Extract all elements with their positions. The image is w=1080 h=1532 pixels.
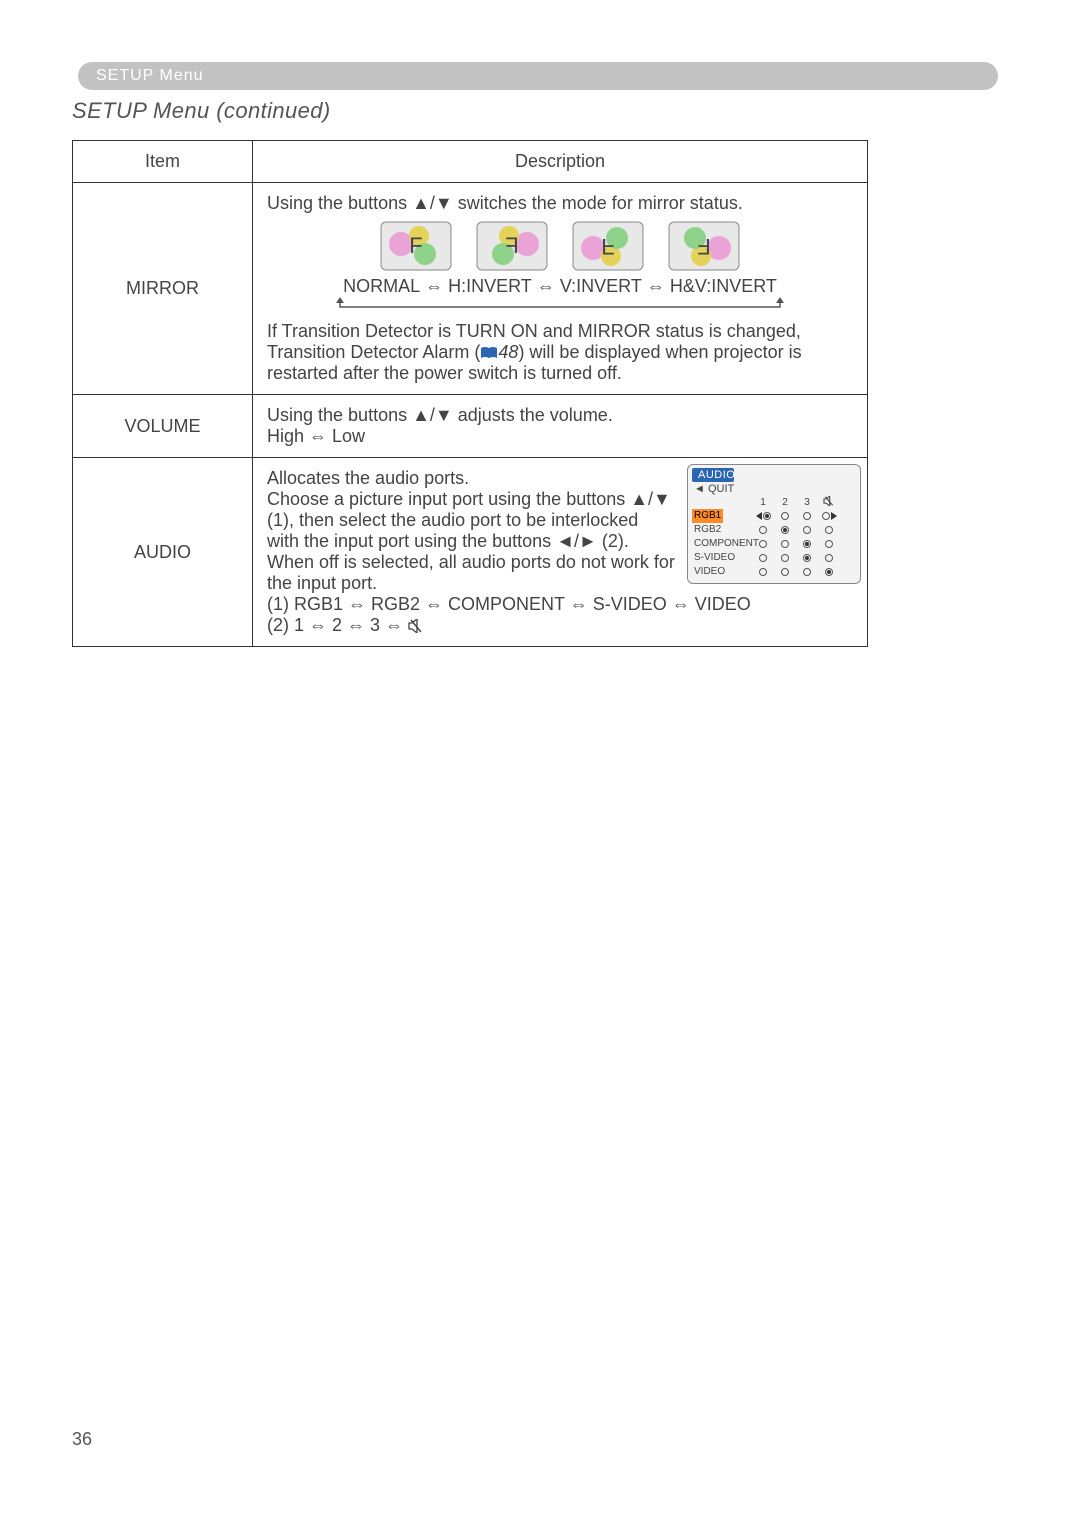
- audio-panel-col-1: 1: [760, 497, 766, 508]
- audio-list2: (2) 1 ⇔ 2 ⇔ 3 ⇔: [267, 615, 853, 636]
- audio-panel-row-component: COMPONENT: [692, 537, 856, 551]
- updown-arrows-icon: ▲/▼: [412, 193, 453, 213]
- radio-icon: [825, 554, 833, 562]
- row-desc-mirror: Using the buttons ▲/▼ switches the mode …: [253, 183, 868, 395]
- radio-icon: [803, 568, 811, 576]
- svg-text:F: F: [601, 234, 614, 259]
- table-header-description: Description: [253, 141, 868, 183]
- volume-line1: Using the buttons ▲/▼ adjusts the volume…: [267, 405, 853, 426]
- speaker-mute-icon: [823, 496, 835, 509]
- updown-arrows-icon: ▲/▼: [630, 489, 671, 509]
- mirror-image-hvinvert-icon: F: [667, 220, 741, 272]
- audio-paragraph: Allocates the audio ports. Choose a pict…: [267, 468, 675, 594]
- audio-panel-column-header: 1 2 3: [692, 496, 856, 509]
- audio-panel-row-video: VIDEO: [692, 565, 856, 579]
- section-header-text: SETUP Menu: [96, 67, 204, 85]
- audio-p1-a: Allocates the audio ports.: [267, 468, 469, 488]
- mirror-note: If Transition Detector is TURN ON and MI…: [267, 321, 853, 384]
- leftright-arrows-icon: ◄/►: [556, 531, 597, 551]
- mirror-image-normal-icon: F: [379, 220, 453, 272]
- table-row: MIRROR Using the buttons ▲/▼ switches th…: [73, 183, 868, 395]
- lrarrow-icon: ⇔: [642, 276, 670, 296]
- svg-text:F: F: [409, 233, 422, 258]
- row-desc-volume: Using the buttons ▲/▼ adjusts the volume…: [253, 395, 868, 458]
- radio-icon: [759, 568, 767, 576]
- radio-icon: [803, 512, 811, 520]
- radio-icon: [803, 526, 811, 534]
- cycle-arrow-icon: [330, 297, 790, 313]
- page-number: 36: [72, 1429, 92, 1450]
- radio-icon: [781, 512, 789, 520]
- audio-osd-panel: AUDIO ◄ QUIT 1 2 3 RGB1: [687, 464, 861, 584]
- mirror-image-hinvert-icon: F: [475, 220, 549, 272]
- mirror-note-page: 48: [498, 342, 518, 362]
- mirror-mode-normal: NORMAL: [343, 276, 420, 296]
- mirror-line1-b: switches the mode for mirror status.: [453, 193, 743, 213]
- radio-icon: [759, 554, 767, 562]
- audio-panel-row-rgb1: RGB1: [692, 509, 856, 523]
- radio-selected-icon: [825, 568, 833, 576]
- audio-panel-col-3: 3: [804, 497, 810, 508]
- lrarrow-icon: ⇔: [420, 276, 448, 296]
- triangle-left-icon: [756, 512, 762, 520]
- row-label-volume: VOLUME: [73, 395, 253, 458]
- radio-icon: [759, 526, 767, 534]
- svg-text:F: F: [505, 233, 518, 258]
- radio-icon: [781, 540, 789, 548]
- radio-icon: [759, 540, 767, 548]
- row-label-audio: AUDIO: [73, 458, 253, 647]
- volume-line2: High ⇔ Low: [267, 426, 853, 447]
- audio-panel-row-label: S-VIDEO: [692, 551, 735, 565]
- triangle-right-icon: [831, 512, 837, 520]
- svg-text:F: F: [697, 234, 710, 259]
- audio-panel-row-label: COMPONENT: [692, 537, 759, 551]
- mirror-line1: Using the buttons ▲/▼ switches the mode …: [267, 193, 853, 214]
- audio-panel-row-label: RGB1: [692, 509, 723, 523]
- audio-panel-row-svideo: S-VIDEO: [692, 551, 856, 565]
- page-subtitle: SETUP Menu (continued): [72, 98, 331, 124]
- table-row: VOLUME Using the buttons ▲/▼ adjusts the…: [73, 395, 868, 458]
- audio-panel-row-rgb2: RGB2: [692, 523, 856, 537]
- updown-arrows-icon: ▲/▼: [412, 405, 453, 425]
- radio-icon: [825, 526, 833, 534]
- radio-icon: [825, 540, 833, 548]
- audio-panel-col-2: 2: [782, 497, 788, 508]
- audio-panel-quit: ◄ QUIT: [694, 483, 856, 495]
- row-desc-audio: Allocates the audio ports. Choose a pict…: [253, 458, 868, 647]
- row-label-mirror: MIRROR: [73, 183, 253, 395]
- mirror-image-vinvert-icon: F: [571, 220, 645, 272]
- audio-panel-title: AUDIO: [692, 468, 734, 482]
- mirror-illustrations: F F F: [267, 220, 853, 272]
- table-header-item: Item: [73, 141, 253, 183]
- mirror-mode-line: NORMAL ⇔ H:INVERT ⇔ V:INVERT ⇔ H&V:INVER…: [267, 276, 853, 297]
- radio-selected-icon: [763, 512, 771, 520]
- book-icon: [480, 346, 498, 360]
- audio-panel-row-label: RGB2: [692, 523, 721, 537]
- speaker-mute-icon: [408, 619, 424, 633]
- setup-menu-table: Item Description MIRROR Using the button…: [72, 140, 868, 647]
- lrarrow-icon: ⇔: [532, 276, 560, 296]
- mirror-line1-a: Using the buttons: [267, 193, 412, 213]
- section-header-pill: SETUP Menu: [78, 62, 998, 90]
- table-row: AUDIO Allocates the audio ports. Choose …: [73, 458, 868, 647]
- mirror-mode-vinvert: V:INVERT: [560, 276, 642, 296]
- radio-icon: [781, 554, 789, 562]
- radio-selected-icon: [803, 540, 811, 548]
- radio-selected-icon: [803, 554, 811, 562]
- mirror-mode-hinvert: H:INVERT: [448, 276, 532, 296]
- mirror-mode-hvinvert: H&V:INVERT: [670, 276, 777, 296]
- radio-selected-icon: [781, 526, 789, 534]
- audio-list2-text: (2) 1 ⇔ 2 ⇔ 3 ⇔: [267, 615, 408, 635]
- audio-panel-row-label: VIDEO: [692, 565, 725, 579]
- audio-list1: (1) RGB1 ⇔ RGB2 ⇔ COMPONENT ⇔ S-VIDEO ⇔ …: [267, 594, 853, 615]
- volume-line1-b: adjusts the volume.: [453, 405, 613, 425]
- radio-icon: [781, 568, 789, 576]
- radio-icon: [822, 512, 830, 520]
- mirror-cycle-arrow: [267, 297, 853, 313]
- volume-line1-a: Using the buttons: [267, 405, 412, 425]
- audio-p1-b: Choose a picture input port using the bu…: [267, 489, 630, 509]
